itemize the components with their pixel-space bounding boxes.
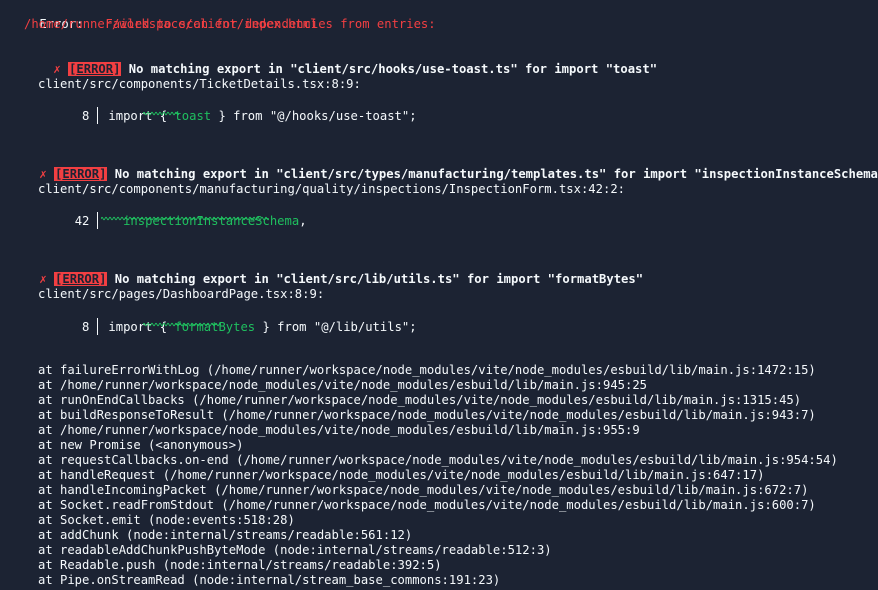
stack-line: at Pipe.onStreamRead (node:internal/stre… — [38, 573, 501, 587]
line-number: 8 — [82, 320, 90, 334]
gutter-bar — [97, 212, 99, 229]
squiggle-underline — [101, 216, 269, 221]
stack-line: at /home/runner/workspace/node_modules/v… — [38, 423, 640, 437]
line-number: 42 — [74, 214, 90, 228]
entry-path: /home/runner/workspace/client/index.html — [24, 17, 318, 31]
stack-line: at handleIncomingPacket (/home/runner/wo… — [38, 483, 809, 497]
code-after: , — [299, 214, 307, 228]
error-location-1: client/src/components/TicketDetails.tsx:… — [38, 77, 361, 91]
stack-line: at failureErrorWithLog (/home/runner/wor… — [38, 363, 816, 377]
error-location-2: client/src/components/manufacturing/qual… — [38, 182, 625, 196]
error-badge: [ERROR] — [54, 272, 108, 286]
cross-icon: ✗ — [39, 272, 47, 286]
line-number: 8 — [82, 109, 90, 123]
stack-line: at /home/runner/workspace/node_modules/v… — [38, 378, 648, 392]
stack-line: at buildResponseToResult (/home/runner/w… — [38, 408, 816, 422]
squiggle-underline — [143, 322, 221, 327]
stack-line: at Socket.emit (node:events:518:28) — [38, 513, 295, 527]
terminal-output[interactable]: Error: Failed to scan for dependencies f… — [0, 0, 878, 590]
cross-icon: ✗ — [39, 167, 47, 181]
stack-line: at readableAddChunkPushByteMode (node:in… — [38, 543, 552, 557]
stack-line: at Readable.push (node:internal/streams/… — [38, 558, 442, 572]
stack-line: at new Promise (<anonymous>) — [38, 438, 244, 452]
code-highlight: toast — [174, 109, 212, 123]
stack-line: at addChunk (node:internal/streams/reada… — [38, 528, 413, 542]
gutter-bar — [97, 318, 99, 335]
code-line-3: 8 import { formatBytes } from "@/lib/util… — [38, 303, 417, 350]
gutter-bar — [97, 107, 99, 124]
code-after: } from "@/lib/utils"; — [255, 320, 417, 334]
squiggle-underline — [143, 111, 179, 116]
stack-line: at requestCallbacks.on-end (/home/runner… — [38, 453, 838, 467]
error-badge: [ERROR] — [68, 62, 122, 76]
error-message: No matching export in "client/src/lib/ut… — [114, 272, 644, 286]
cross-icon: ✗ — [53, 62, 61, 76]
stack-line: at handleRequest (/home/runner/workspace… — [38, 468, 765, 482]
stack-line: at Socket.readFromStdout (/home/runner/w… — [38, 498, 816, 512]
code-line-1: 8 import { toast } from "@/hooks/use-toas… — [38, 92, 417, 139]
error-badge: [ERROR] — [54, 167, 108, 181]
code-after: } from "@/hooks/use-toast"; — [211, 109, 417, 123]
error-message: No matching export in "client/src/hooks/… — [128, 62, 658, 76]
error-message: No matching export in "client/src/types/… — [114, 167, 878, 181]
stack-line: at runOnEndCallbacks (/home/runner/works… — [38, 393, 802, 407]
error-location-3: client/src/pages/DashboardPage.tsx:8:9: — [38, 287, 325, 301]
